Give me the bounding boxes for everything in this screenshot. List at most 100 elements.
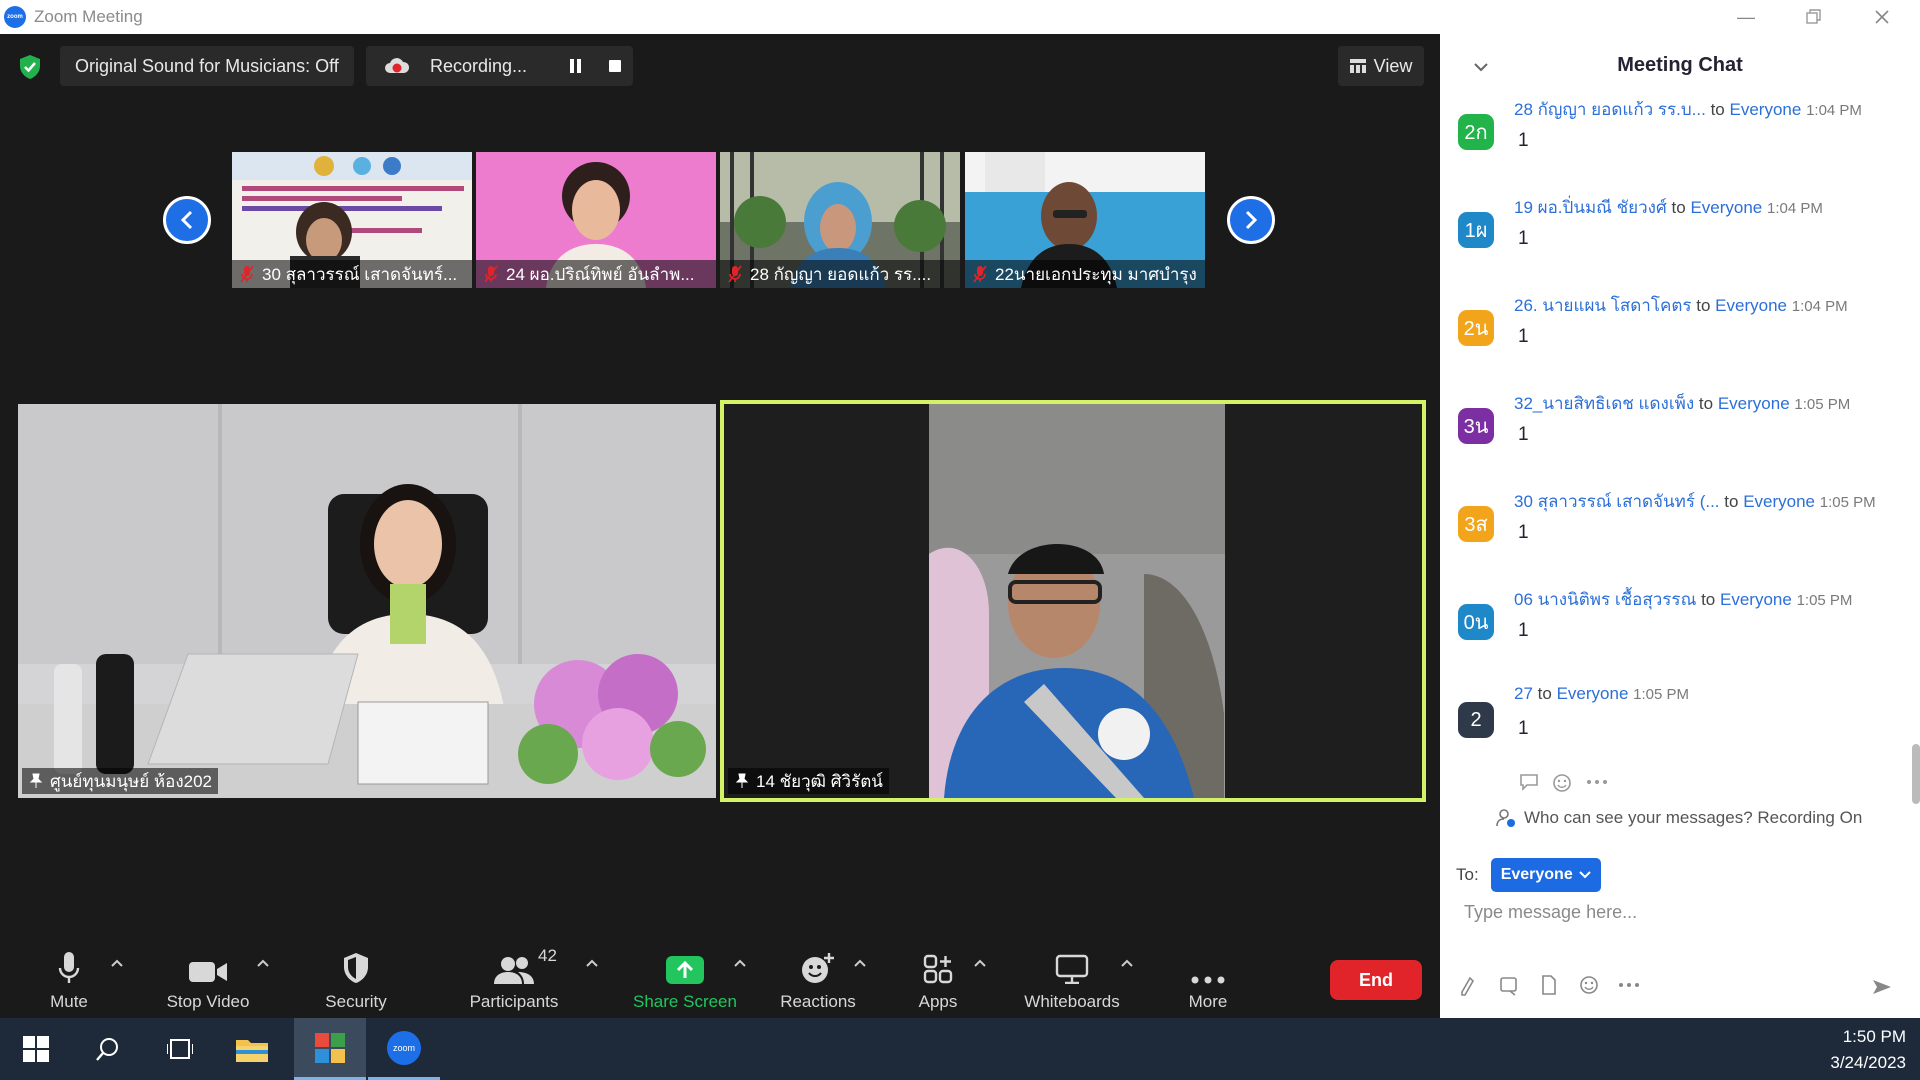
title-bar: zoom Zoom Meeting —: [0, 0, 1920, 34]
chat-tools: [1458, 974, 1640, 996]
emoji-icon[interactable]: [1578, 974, 1600, 996]
sender-name[interactable]: 32_นายสิทธิเดช แดงเพ็ง: [1514, 394, 1694, 413]
more-button[interactable]: More: [1184, 946, 1232, 1016]
zoom-app: zoom Zoom Meeting — Original Sound for M…: [0, 0, 1920, 1080]
reactions-button[interactable]: Reactions: [778, 946, 858, 1016]
video-camera-icon: [189, 962, 227, 982]
app-tiles-icon: [315, 1032, 345, 1063]
zoom-logo-icon: zoom: [4, 6, 26, 28]
apps-options-caret[interactable]: [974, 958, 986, 968]
chat-visibility-notice[interactable]: Who can see your messages? Recording On: [1496, 808, 1862, 828]
sender-name[interactable]: 26. นายแผน โสดาโคตร: [1514, 296, 1692, 315]
share-screen-icon: [666, 956, 704, 984]
sender-name[interactable]: 27: [1514, 684, 1533, 703]
previous-page-button[interactable]: [163, 196, 211, 244]
file-explorer-button[interactable]: [216, 1018, 288, 1080]
stop-video-button[interactable]: Stop Video: [160, 946, 256, 1016]
whiteboards-options-caret[interactable]: [1121, 958, 1133, 968]
whiteboards-label: Whiteboards: [1024, 992, 1120, 1011]
more-options-icon[interactable]: [1618, 982, 1640, 988]
end-meeting-button[interactable]: End: [1330, 960, 1422, 1000]
file-icon[interactable]: [1538, 974, 1560, 996]
to-label: To:: [1456, 865, 1479, 884]
sender-name[interactable]: 06 นางนิติพร เชื้อสุวรรณ: [1514, 590, 1696, 609]
encryption-shield-icon[interactable]: [18, 54, 42, 80]
video-tile-host[interactable]: ศูนย์ทุนมนุษย์ ห้อง202: [18, 404, 716, 798]
cloud-recording-icon: [385, 58, 410, 73]
search-button[interactable]: [72, 1018, 144, 1080]
participant-thumbnail[interactable]: 28 กัญญา ยอดแก้ว รร....: [720, 152, 960, 288]
meeting-toolbar: Mute Stop Video Security 42 Participants…: [0, 936, 1440, 1018]
sender-name[interactable]: 19 ผอ.ปิ่นมณี ชัยวงศ์: [1514, 198, 1667, 217]
view-label: View: [1373, 55, 1413, 76]
reply-icon[interactable]: [1518, 772, 1540, 792]
minimize-button[interactable]: —: [1716, 0, 1776, 34]
zoom-icon-text: zoom: [392, 1042, 415, 1053]
smiley-icon: [802, 953, 834, 983]
chat-scrollbar[interactable]: [1912, 744, 1920, 804]
task-view-icon: [167, 1039, 193, 1059]
share-options-caret[interactable]: [734, 958, 746, 968]
windows-logo-icon: [23, 1036, 49, 1062]
screenshot-icon[interactable]: [1498, 974, 1520, 996]
share-screen-button[interactable]: Share Screen: [632, 946, 738, 1016]
recipient-name: Everyone: [1556, 684, 1629, 703]
format-text-icon[interactable]: [1458, 974, 1480, 996]
avatar: 3น: [1458, 408, 1494, 444]
security-button[interactable]: Security: [322, 946, 390, 1016]
stop-recording-button[interactable]: [609, 60, 621, 72]
pause-recording-button[interactable]: [569, 59, 582, 73]
message-body: 1: [1518, 424, 1529, 445]
restore-button[interactable]: [1784, 0, 1844, 34]
recipient-value: Everyone: [1500, 866, 1573, 883]
participant-thumbnail[interactable]: 22นายเอกประทุม มาศบำรุง: [965, 152, 1205, 288]
sender-name[interactable]: 30 สุลาวรรณ์ เสาดจันทร์ (...: [1514, 492, 1720, 511]
chat-message: 1ผ 19 ผอ.ปิ่นมณี ชัยวงศ์ to Everyone 1:0…: [1458, 194, 1898, 292]
reactions-options-caret[interactable]: [854, 958, 866, 968]
participant-thumbnail[interactable]: 30 สุลาวรรณ์ เสาดจันทร์...: [232, 152, 472, 288]
participant-thumbnail[interactable]: 24 ผอ.ปริณ์ทิพย์ อันลำพ...: [476, 152, 716, 288]
apps-button[interactable]: Apps: [914, 946, 962, 1016]
restore-icon: [1806, 9, 1821, 24]
more-label: More: [1188, 992, 1228, 1011]
system-clock[interactable]: 1:50 PM 3/24/2023: [1830, 1024, 1906, 1076]
apps-icon: [923, 954, 953, 984]
message-input[interactable]: [1464, 902, 1884, 923]
next-page-button[interactable]: [1227, 196, 1275, 244]
more-options-icon[interactable]: [1586, 779, 1608, 785]
video-tile-active-speaker[interactable]: 14 ชัยวุฒิ ศิวิรัตน์: [720, 400, 1426, 802]
add-reaction-icon[interactable]: [1552, 772, 1574, 792]
participants-button[interactable]: 42 Participants: [466, 946, 562, 1016]
sender-name[interactable]: 28 กัญญา ยอดแก้ว รร.บ...: [1514, 100, 1706, 119]
message-time: 1:04 PM: [1806, 102, 1862, 119]
original-sound-toggle[interactable]: Original Sound for Musicians: Off: [60, 46, 354, 86]
folder-icon: [236, 1040, 268, 1062]
zoom-taskbar-button[interactable]: zoom: [368, 1018, 440, 1080]
avatar: 1ผ: [1458, 212, 1494, 248]
participants-options-caret[interactable]: [586, 958, 598, 968]
mute-label: Mute: [50, 992, 88, 1011]
mute-options-caret[interactable]: [111, 958, 123, 968]
start-button[interactable]: [0, 1018, 72, 1080]
close-window-button[interactable]: [1852, 0, 1912, 34]
send-icon[interactable]: [1872, 978, 1892, 996]
muted-mic-icon: [728, 265, 742, 283]
more-dots-icon: [1191, 976, 1225, 984]
recipient-select[interactable]: Everyone: [1490, 858, 1601, 892]
tile-name-label: 14 ชัยวุฒิ ศิวิรัตน์: [728, 768, 889, 794]
message-time: 1:05 PM: [1819, 494, 1876, 511]
whiteboards-button[interactable]: Whiteboards: [1020, 946, 1124, 1016]
active-app-button[interactable]: [294, 1018, 366, 1080]
task-view-button[interactable]: [144, 1018, 216, 1080]
view-button[interactable]: View: [1338, 46, 1424, 86]
message-header: 26. นายแผน โสดาโคตร to Everyone 1:04 PM: [1514, 292, 1848, 319]
avatar: 3ส: [1458, 506, 1494, 542]
recipient-row: To: Everyone: [1456, 858, 1601, 892]
video-options-caret[interactable]: [257, 958, 269, 968]
tile-name: 14 ชัยวุฒิ ศิวิรัตน์: [756, 771, 883, 791]
recipient-name: Everyone: [1715, 296, 1787, 315]
mute-button[interactable]: Mute: [46, 946, 92, 1016]
share-screen-label: Share Screen: [633, 992, 737, 1011]
message-body: 1: [1518, 130, 1529, 151]
to-word: to: [1671, 198, 1686, 217]
